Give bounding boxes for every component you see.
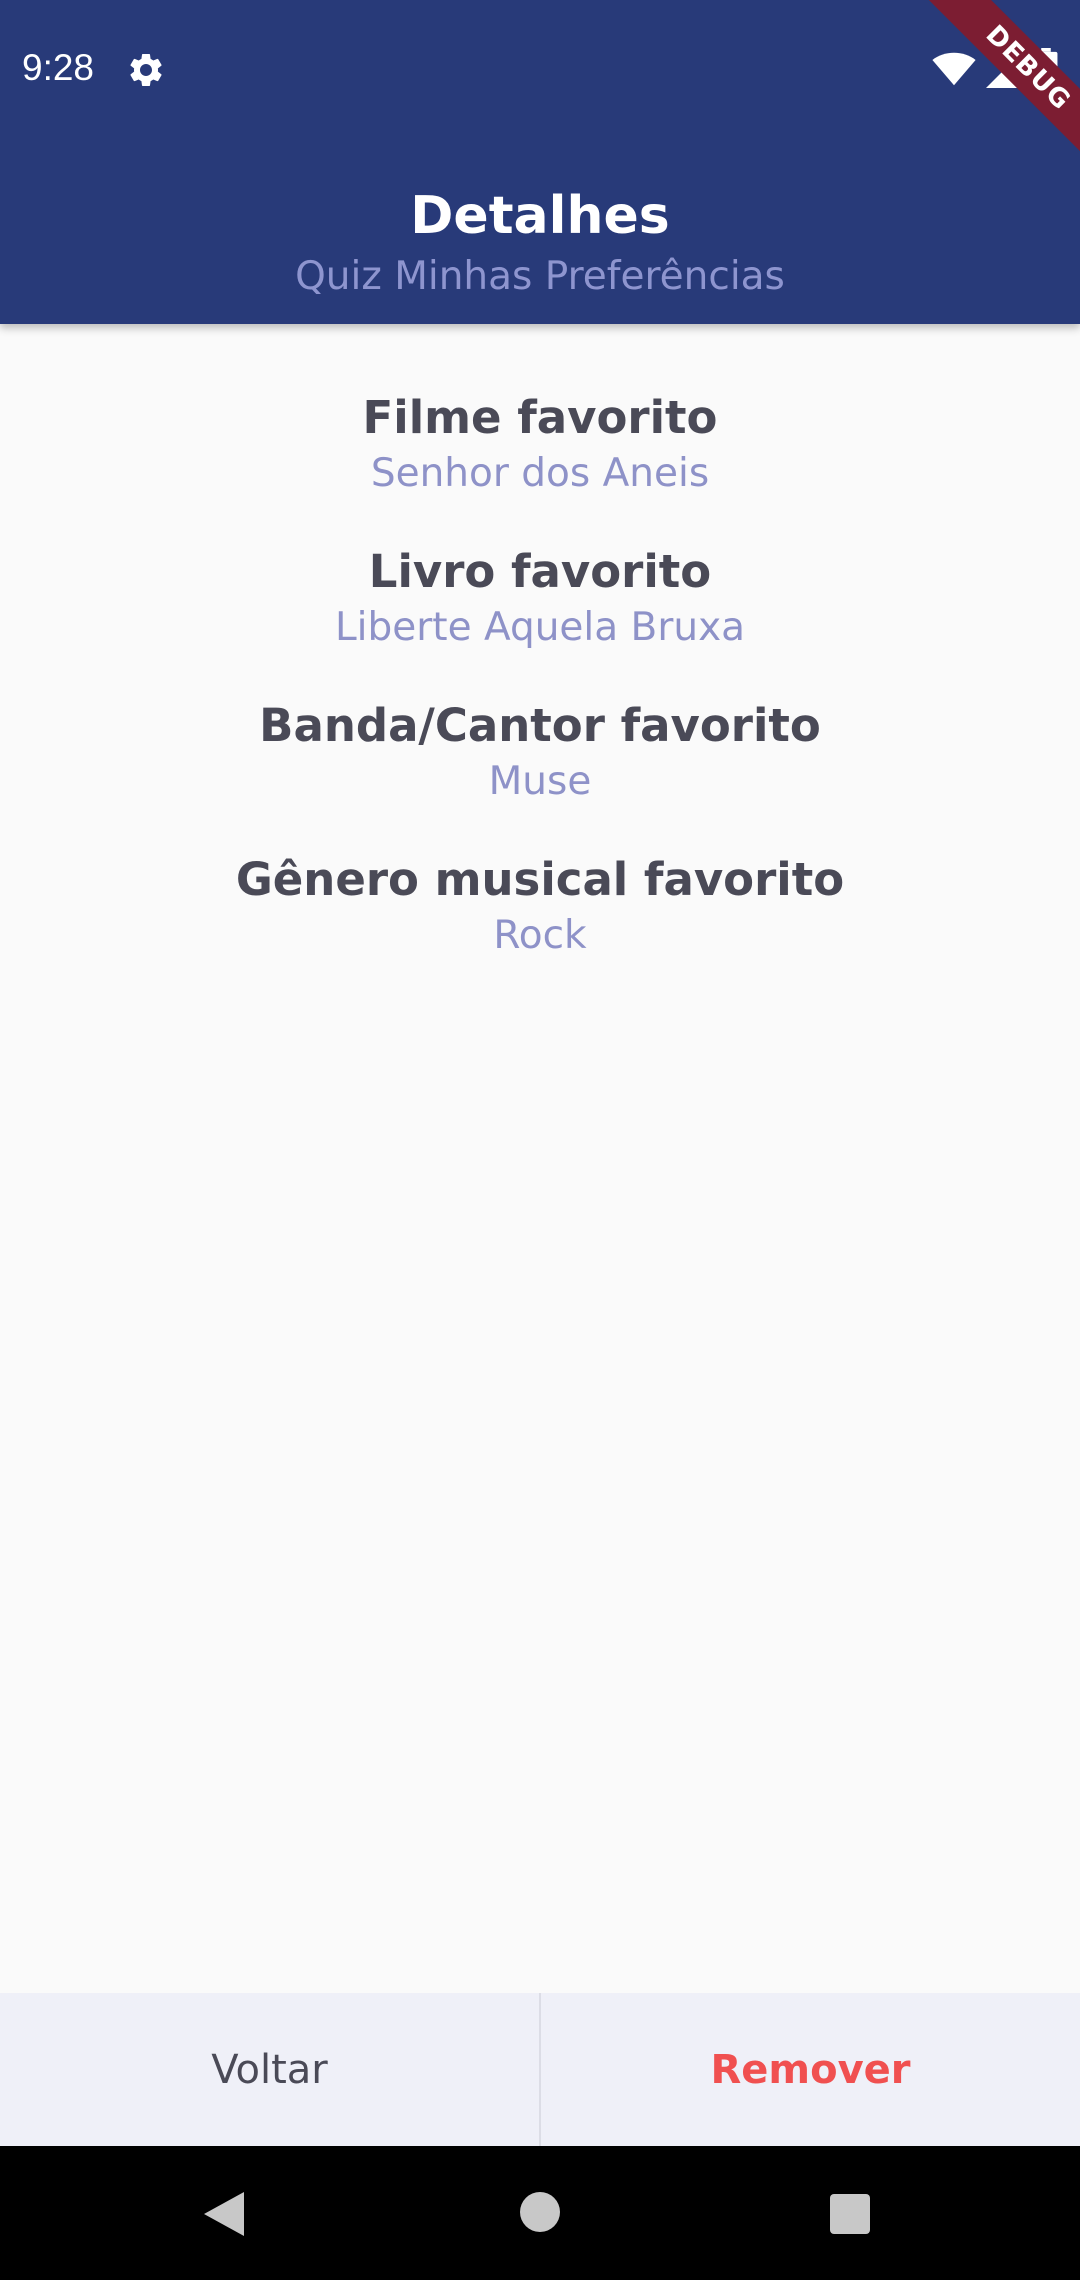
page-subtitle: Quiz Minhas Preferências — [295, 254, 785, 299]
debug-banner-label: DEBUG — [920, 0, 1080, 160]
recents-icon[interactable] — [828, 2192, 872, 2236]
back-button[interactable]: Voltar — [0, 1993, 541, 2146]
back-icon[interactable] — [200, 2190, 250, 2238]
detail-label: Livro favorito — [368, 545, 712, 598]
status-time: 9:28 — [22, 47, 95, 88]
detail-value: Liberte Aquela Bruxa — [334, 605, 746, 650]
debug-banner: DEBUG — [920, 0, 1080, 160]
home-icon[interactable] — [518, 2190, 562, 2234]
detail-item-genero: Gênero musical favorito Rock — [0, 850, 1080, 962]
system-nav-bar — [0, 2146, 1080, 2280]
remove-button[interactable]: Remover — [541, 1993, 1080, 2146]
action-bar: Voltar Remover — [0, 1993, 1080, 2146]
app-header: 9:28 Detalhes Quiz Minhas Preferências — [0, 0, 1080, 324]
settings-icon — [130, 53, 162, 86]
screen: 9:28 Detalhes Quiz Minhas Preferências D… — [0, 0, 1080, 2280]
page-title: Detalhes — [410, 186, 670, 246]
detail-item-livro: Livro favorito Liberte Aquela Bruxa — [0, 542, 1080, 654]
detail-value: Senhor dos Aneis — [370, 451, 710, 496]
detail-label: Gênero musical favorito — [235, 853, 845, 906]
detail-item-filme: Filme favorito Senhor dos Aneis — [0, 388, 1080, 500]
detail-value: Muse — [488, 759, 592, 804]
detail-value: Rock — [493, 913, 587, 958]
detail-item-banda: Banda/Cantor favorito Muse — [0, 696, 1080, 808]
detail-label: Filme favorito — [362, 391, 718, 444]
detail-label: Banda/Cantor favorito — [259, 699, 821, 752]
